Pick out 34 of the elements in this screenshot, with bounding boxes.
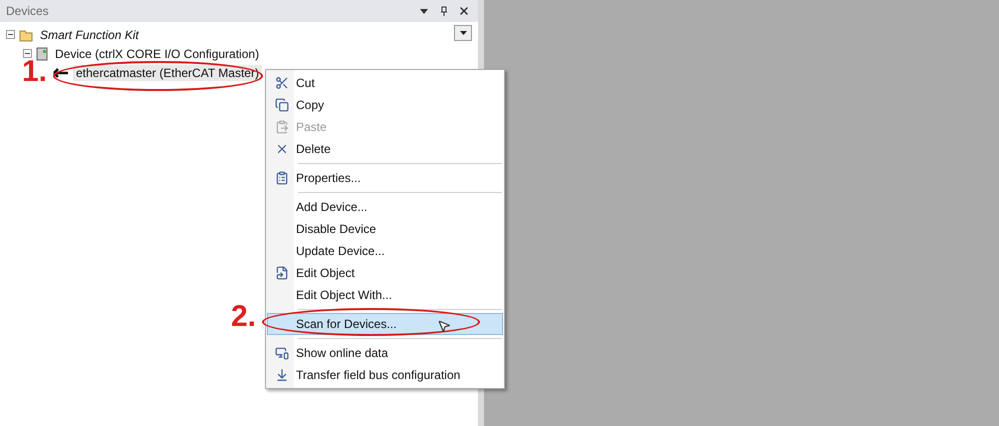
device-icon: [36, 46, 48, 60]
menu-item[interactable]: Update Device...: [267, 240, 503, 262]
annotation-number: 2.: [231, 300, 256, 334]
paste-icon: [275, 120, 289, 134]
download-icon: [275, 368, 289, 382]
tree-item[interactable]: Smart Function Kit: [37, 26, 142, 42]
menu-item[interactable]: Disable Device: [267, 218, 503, 240]
tree-item[interactable]: Device (ctrlX CORE I/O Configuration): [52, 46, 262, 62]
properties-icon: [275, 171, 289, 185]
menu-item[interactable]: Add Device...: [267, 196, 503, 218]
menu-item[interactable]: Edit Object: [267, 262, 503, 284]
menu-item[interactable]: Scan for Devices...: [267, 313, 503, 335]
dropdown-button[interactable]: [454, 25, 472, 41]
menu-item[interactable]: Delete: [267, 138, 503, 160]
menu-item[interactable]: Edit Object With...: [267, 284, 503, 306]
scissors-icon: [275, 76, 289, 90]
arrow-icon: [53, 68, 69, 78]
document-icon: [275, 266, 289, 280]
menu-item[interactable]: Cut: [267, 72, 503, 94]
folder-icon: [19, 28, 33, 42]
cursor-icon: [437, 319, 451, 333]
tree-item[interactable]: ethercatmaster (EtherCAT Master): [73, 64, 262, 80]
caret-icon: [460, 31, 466, 35]
menu-item[interactable]: Properties...: [267, 167, 503, 189]
monitor-icon: [275, 346, 289, 360]
annotation-number: 1.: [22, 55, 48, 89]
menu-item[interactable]: Transfer field bus configuration: [267, 364, 503, 386]
menu-item[interactable]: Show online data: [267, 342, 503, 364]
menu-item[interactable]: Copy: [267, 94, 503, 116]
collapse-icon[interactable]: [6, 30, 15, 39]
panel-title: Devices: [6, 4, 50, 18]
delete-icon: [275, 142, 289, 156]
copy-icon: [275, 98, 289, 112]
collapse-icon[interactable]: [23, 49, 32, 58]
